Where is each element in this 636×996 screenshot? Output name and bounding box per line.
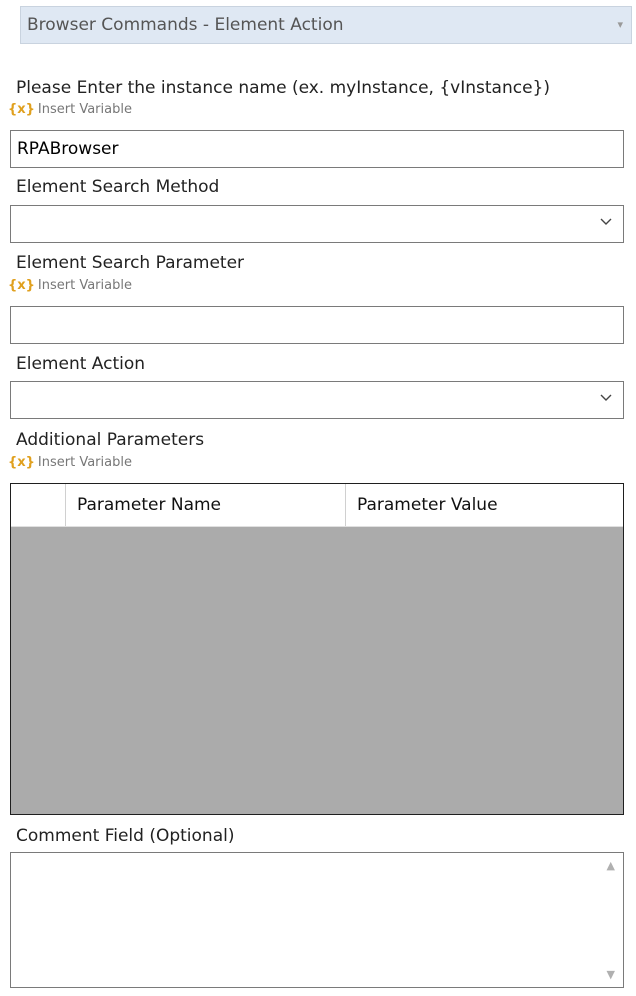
row-header-cell[interactable] bbox=[11, 484, 65, 526]
element-action-label: Element Action bbox=[16, 354, 146, 374]
variable-icon: {x} bbox=[8, 102, 35, 117]
insert-variable-label: Insert Variable bbox=[37, 455, 132, 470]
variable-icon: {x} bbox=[8, 455, 35, 470]
search-parameter-input[interactable] bbox=[10, 306, 624, 344]
dropdown-arrow-icon: ▾ bbox=[617, 18, 623, 31]
scroll-up-arrow-icon[interactable]: ▲ bbox=[607, 859, 615, 872]
additional-parameters-label: Additional Parameters bbox=[16, 430, 205, 450]
column-header-parameter-value[interactable]: Parameter Value bbox=[345, 484, 623, 526]
command-select-value: Browser Commands - Element Action bbox=[27, 15, 344, 35]
insert-variable-link-instance[interactable]: {x} Insert Variable bbox=[8, 102, 132, 117]
column-header-parameter-name[interactable]: Parameter Name bbox=[65, 484, 345, 526]
grid-header: Parameter Name Parameter Value bbox=[11, 484, 623, 527]
chevron-down-icon bbox=[600, 218, 612, 225]
parameters-grid[interactable]: Parameter Name Parameter Value bbox=[10, 483, 624, 815]
instance-label: Please Enter the instance name (ex. myIn… bbox=[16, 78, 550, 98]
instance-name-value: RPABrowser bbox=[17, 139, 119, 159]
instance-name-input[interactable]: RPABrowser bbox=[10, 130, 624, 168]
search-method-select[interactable] bbox=[10, 205, 624, 243]
element-action-select[interactable] bbox=[10, 381, 624, 419]
insert-variable-link-parameters[interactable]: {x} Insert Variable bbox=[8, 455, 132, 470]
variable-icon: {x} bbox=[8, 278, 35, 293]
command-select[interactable]: Browser Commands - Element Action ▾ bbox=[20, 6, 632, 44]
insert-variable-label: Insert Variable bbox=[37, 278, 132, 293]
search-method-label: Element Search Method bbox=[16, 177, 220, 197]
insert-variable-label: Insert Variable bbox=[37, 102, 132, 117]
insert-variable-link-search[interactable]: {x} Insert Variable bbox=[8, 278, 132, 293]
chevron-down-icon bbox=[600, 394, 612, 401]
comment-textarea[interactable]: ▲ ▼ bbox=[10, 852, 624, 988]
scroll-down-arrow-icon[interactable]: ▼ bbox=[607, 968, 615, 981]
search-parameter-label: Element Search Parameter bbox=[16, 253, 245, 273]
comment-label: Comment Field (Optional) bbox=[16, 826, 235, 846]
